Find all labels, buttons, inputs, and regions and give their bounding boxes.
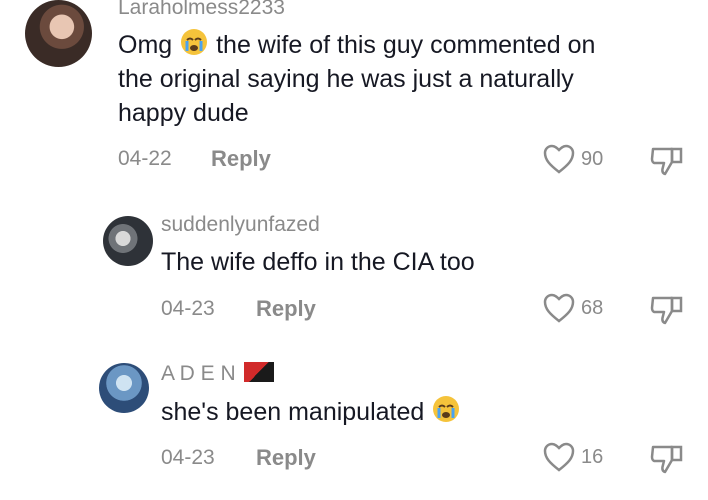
- like-count: 16: [581, 446, 604, 468]
- avatar[interactable]: [99, 363, 149, 413]
- comment-username[interactable]: A D E N: [161, 362, 274, 386]
- thumbs-down-icon[interactable]: [650, 292, 684, 326]
- comment-username[interactable]: Laraholmess2233: [118, 0, 285, 20]
- heart-outline-icon[interactable]: [542, 292, 576, 324]
- avatar[interactable]: [103, 216, 153, 266]
- comment-text: she's been manipulated: [161, 394, 461, 429]
- thumbs-down-icon[interactable]: [650, 441, 684, 475]
- thumbs-down-icon[interactable]: [650, 143, 684, 177]
- heart-outline-icon[interactable]: [542, 441, 576, 473]
- avatar[interactable]: [25, 0, 92, 67]
- loudly-crying-face-icon: [433, 396, 460, 422]
- username-text: A D E N: [161, 362, 236, 385]
- comment-username[interactable]: suddenlyunfazed: [161, 213, 320, 237]
- comment-date: 04-23: [161, 297, 215, 320]
- reply-button[interactable]: Reply: [256, 445, 316, 471]
- like-count: 68: [581, 297, 604, 319]
- loudly-crying-face-icon: [181, 29, 208, 55]
- comment-text-part: the original saying he was just a natura…: [118, 65, 574, 93]
- comment-date: 04-22: [118, 147, 172, 170]
- comment-date: 04-23: [161, 446, 215, 469]
- comment-text-part: the wife of this guy commented on: [216, 31, 596, 59]
- reply-button[interactable]: Reply: [211, 146, 271, 172]
- reply-button[interactable]: Reply: [256, 296, 316, 322]
- comment-text: The wife deffo in the CIA too: [161, 248, 475, 276]
- comment-text: Omg the wife of this guy commented on th…: [118, 27, 595, 130]
- heart-outline-icon[interactable]: [542, 143, 576, 175]
- comment-text-part: happy dude: [118, 99, 249, 127]
- comment-text-part: Omg: [118, 31, 173, 59]
- comment-text-part: she's been manipulated: [161, 398, 425, 426]
- papua-new-guinea-flag-icon: [243, 362, 274, 382]
- like-count: 90: [581, 148, 604, 170]
